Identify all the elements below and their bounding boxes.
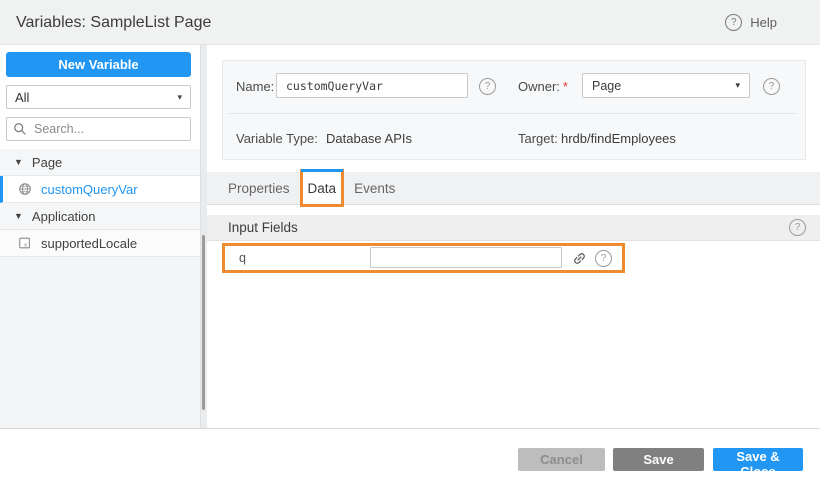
input-fields-header: Input Fields ? — [207, 215, 820, 241]
input-fields-title: Input Fields — [228, 220, 298, 235]
search-icon — [13, 122, 27, 136]
tree-group-page[interactable]: ▼ Page — [0, 149, 200, 176]
filter-value: All — [15, 90, 29, 105]
caret-down-icon: ▼ — [14, 211, 23, 221]
dialog-footer: Cancel Save Save & Close — [0, 428, 820, 489]
help-icon: ? — [725, 14, 742, 31]
variable-search — [6, 117, 191, 141]
tab-events[interactable]: Events — [349, 172, 400, 204]
help-button[interactable]: ? Help — [725, 0, 777, 45]
variable-filter-select[interactable]: All ▾ — [6, 85, 191, 109]
tab-data[interactable]: Data — [303, 172, 342, 204]
service-variable-icon — [18, 182, 32, 196]
param-name: q — [239, 251, 246, 265]
variable-summary-card: Name: * ? Owner:* Page ▾ ? Variable Type:… — [222, 60, 806, 160]
help-label: Help — [750, 15, 777, 30]
page-title: Variables: SampleList Page — [16, 0, 211, 45]
tree-item-label: supportedLocale — [41, 236, 137, 251]
annotation-highlight-box: q ? — [222, 243, 625, 273]
card-separator — [229, 113, 797, 114]
caret-down-icon: ▼ — [14, 157, 23, 167]
bind-property-button[interactable] — [571, 250, 587, 266]
variable-tree: ▼ Page customQueryVar ▼ Application x su… — [0, 149, 200, 428]
sidebar-scrollbar[interactable] — [202, 235, 205, 410]
input-fields-help-icon[interactable]: ? — [789, 219, 806, 236]
tab-properties[interactable]: Properties — [223, 172, 295, 204]
tree-item-customqueryvar[interactable]: customQueryVar — [0, 176, 200, 203]
chevron-down-icon: ▾ — [735, 80, 740, 91]
variable-type-label: Variable Type: — [236, 131, 318, 146]
tree-item-label: customQueryVar — [41, 182, 138, 197]
owner-value: Page — [592, 79, 621, 93]
name-input[interactable] — [276, 73, 468, 98]
owner-label: Owner:* — [518, 79, 568, 94]
variable-detail-panel: Name: * ? Owner:* Page ▾ ? Variable Type:… — [207, 45, 820, 428]
chevron-down-icon: ▾ — [177, 92, 182, 103]
svg-text:x: x — [24, 243, 27, 249]
target-label: Target: — [518, 131, 558, 146]
tree-group-label: Page — [32, 155, 62, 170]
variables-sidebar: New Variable All ▾ ▼ Page customQueryVar — [0, 45, 200, 428]
name-help-icon[interactable]: ? — [479, 78, 496, 95]
save-button[interactable]: Save — [613, 448, 704, 471]
new-variable-button[interactable]: New Variable — [6, 52, 191, 77]
tree-item-supportedlocale[interactable]: x supportedLocale — [0, 230, 200, 257]
name-label-text: Name: — [236, 79, 274, 94]
input-field-row: q ? — [207, 241, 820, 274]
owner-label-text: Owner: — [518, 79, 560, 94]
detail-tabbar: Properties Data Events — [207, 172, 820, 205]
variable-type-value: Database APIs — [326, 131, 412, 146]
sidebar-divider — [200, 45, 207, 428]
tree-group-application[interactable]: ▼ Application — [0, 203, 200, 230]
required-asterisk: * — [560, 79, 568, 94]
tree-group-label: Application — [32, 209, 96, 224]
chain-link-icon — [568, 247, 589, 268]
param-help-icon[interactable]: ? — [595, 250, 612, 267]
owner-select[interactable]: Page ▾ — [582, 73, 750, 98]
owner-help-icon[interactable]: ? — [763, 78, 780, 95]
search-input[interactable] — [32, 121, 184, 137]
cancel-button[interactable]: Cancel — [518, 448, 605, 471]
target-value: hrdb/findEmployees — [561, 131, 676, 146]
save-and-close-button[interactable]: Save & Close — [713, 448, 803, 471]
model-variable-icon: x — [18, 236, 32, 250]
param-value-input[interactable] — [370, 247, 562, 268]
dialog-header: Variables: SampleList Page ? Help — [0, 0, 820, 45]
